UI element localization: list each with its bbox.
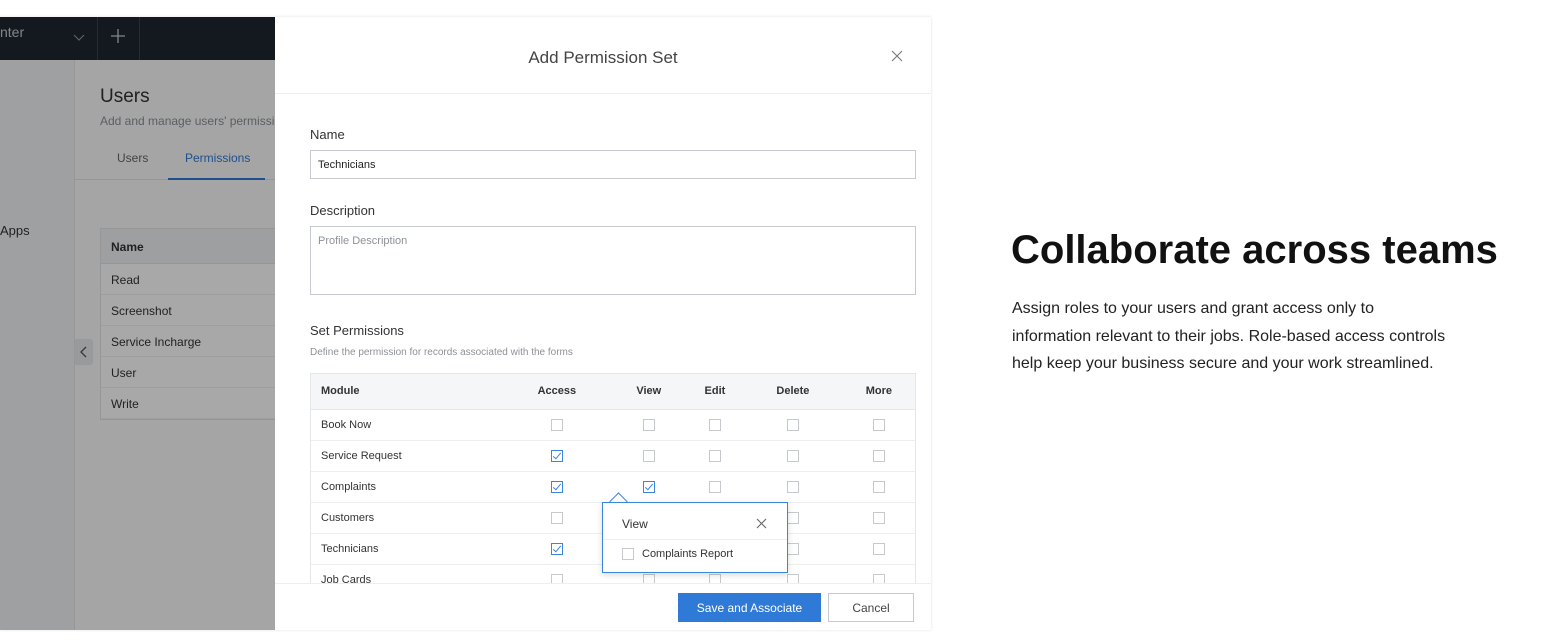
access-cell bbox=[501, 471, 613, 503]
popup-divider bbox=[603, 539, 787, 540]
module-name: Job Cards bbox=[311, 564, 501, 584]
delete-checkbox[interactable] bbox=[786, 449, 799, 462]
access-checkbox[interactable] bbox=[550, 542, 563, 555]
set-permissions-hint: Define the permission for records associ… bbox=[310, 347, 573, 358]
more-checkbox[interactable] bbox=[872, 480, 885, 493]
view-checkbox[interactable] bbox=[642, 449, 655, 462]
complaints-report-option[interactable]: Complaints Report bbox=[622, 548, 733, 560]
name-label: Name bbox=[310, 127, 345, 142]
dialog-header: Add Permission Set bbox=[275, 17, 931, 94]
access-cell bbox=[501, 502, 613, 534]
column-header-more: More bbox=[840, 374, 915, 410]
access-cell bbox=[501, 440, 613, 472]
view-checkbox[interactable] bbox=[642, 480, 655, 493]
column-header-edit: Edit bbox=[684, 374, 746, 410]
cancel-button[interactable]: Cancel bbox=[828, 593, 914, 622]
close-icon[interactable] bbox=[890, 49, 904, 63]
access-checkbox[interactable] bbox=[550, 511, 563, 524]
more-checkbox[interactable] bbox=[872, 511, 885, 524]
hero-title: Collaborate across teams bbox=[1011, 228, 1498, 272]
access-cell bbox=[501, 409, 613, 441]
delete-checkbox[interactable] bbox=[786, 418, 799, 431]
column-header-access: Access bbox=[501, 374, 613, 410]
access-cell bbox=[501, 533, 613, 565]
hero-body: Assign roles to your users and grant acc… bbox=[1012, 300, 1446, 372]
more-cell bbox=[840, 502, 915, 534]
delete-checkbox[interactable] bbox=[786, 542, 799, 555]
table-header-row: Module Access View Edit Delete More bbox=[311, 374, 915, 410]
more-checkbox[interactable] bbox=[872, 418, 885, 431]
table-row: Book Now bbox=[311, 409, 915, 441]
delete-checkbox[interactable] bbox=[786, 511, 799, 524]
more-cell bbox=[840, 409, 915, 441]
description-label: Description bbox=[310, 203, 376, 218]
view-options-popup: View Complaints Report bbox=[602, 502, 788, 573]
edit-cell bbox=[684, 471, 746, 503]
complaints-report-label: Complaints Report bbox=[642, 548, 734, 560]
column-header-view: View bbox=[612, 374, 685, 410]
edit-cell bbox=[684, 440, 746, 472]
module-name: Technicians bbox=[311, 533, 501, 565]
edit-checkbox[interactable] bbox=[708, 418, 721, 431]
more-cell bbox=[840, 564, 915, 584]
delete-cell bbox=[745, 409, 841, 441]
module-name: Customers bbox=[311, 502, 501, 534]
view-checkbox[interactable] bbox=[642, 418, 655, 431]
name-field[interactable] bbox=[310, 150, 916, 179]
column-header-delete: Delete bbox=[745, 374, 841, 410]
edit-checkbox[interactable] bbox=[708, 480, 721, 493]
complaints-report-checkbox[interactable] bbox=[622, 548, 634, 560]
module-name: Book Now bbox=[311, 409, 501, 441]
access-checkbox[interactable] bbox=[550, 449, 563, 462]
table-row: Service Request bbox=[311, 440, 915, 472]
set-permissions-label: Set Permissions bbox=[310, 323, 404, 338]
view-cell bbox=[612, 409, 685, 441]
delete-checkbox[interactable] bbox=[786, 480, 799, 493]
more-cell bbox=[840, 533, 915, 565]
delete-cell bbox=[745, 471, 841, 503]
description-field[interactable] bbox=[310, 226, 916, 295]
access-checkbox[interactable] bbox=[550, 418, 563, 431]
more-checkbox[interactable] bbox=[872, 449, 885, 462]
app-screenshot: nter Apps Users Add and manage users' pe… bbox=[0, 17, 931, 630]
more-checkbox[interactable] bbox=[872, 542, 885, 555]
view-cell bbox=[612, 440, 685, 472]
more-cell bbox=[840, 440, 915, 472]
delete-cell bbox=[745, 440, 841, 472]
dialog-title: Add Permission Set bbox=[528, 48, 678, 67]
more-cell bbox=[840, 471, 915, 503]
edit-cell bbox=[684, 409, 746, 441]
popup-title: View bbox=[622, 517, 648, 531]
edit-checkbox[interactable] bbox=[708, 449, 721, 462]
column-header-module: Module bbox=[311, 374, 501, 410]
save-and-associate-button[interactable]: Save and Associate bbox=[678, 593, 821, 622]
module-name: Complaints bbox=[311, 471, 501, 503]
close-icon[interactable] bbox=[756, 518, 767, 529]
access-cell bbox=[501, 564, 613, 584]
module-name: Service Request bbox=[311, 440, 501, 472]
access-checkbox[interactable] bbox=[550, 480, 563, 493]
dialog-footer: Save and Associate Cancel bbox=[275, 583, 931, 630]
